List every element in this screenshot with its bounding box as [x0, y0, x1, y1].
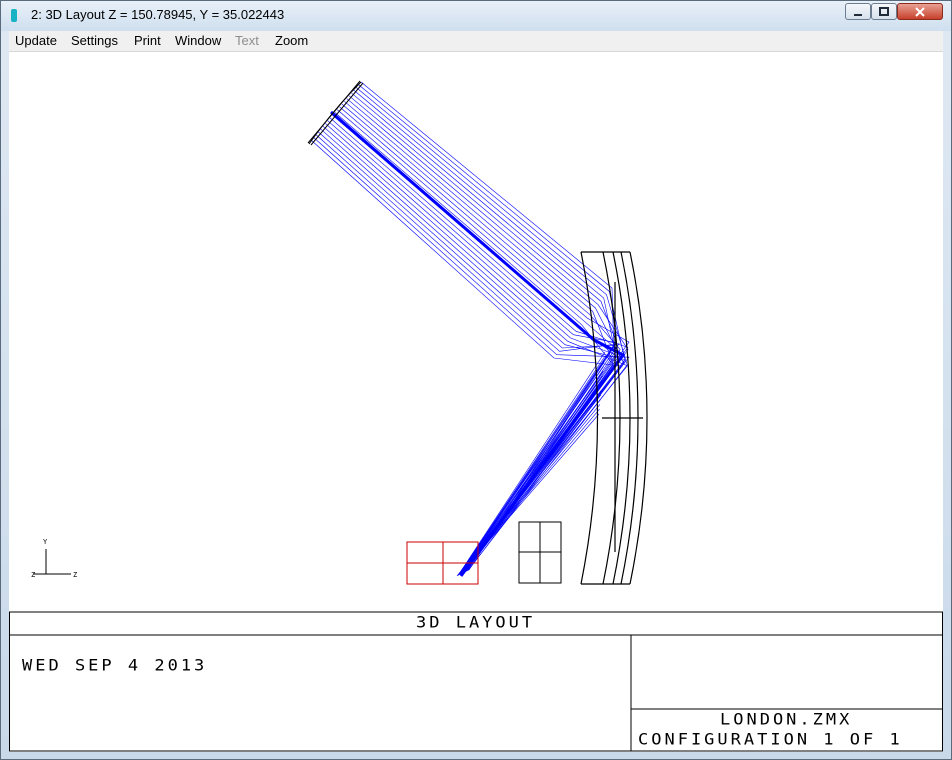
title-bar[interactable]: 2: 3D Layout Z = 150.78945, Y = 35.02244… [1, 1, 951, 31]
maximize-icon [879, 7, 889, 16]
detector-block [518, 521, 562, 584]
app-icon [11, 9, 17, 22]
ray-path [325, 123, 616, 575]
close-icon [915, 7, 925, 17]
ray-path [458, 351, 606, 575]
ray-path [459, 361, 605, 573]
ray-path [356, 87, 628, 571]
menu-window[interactable]: Window [175, 33, 221, 48]
ray-path [346, 98, 625, 572]
application-window: 2: 3D Layout Z = 150.78945, Y = 35.02244… [0, 0, 952, 760]
maximize-button[interactable] [871, 3, 897, 20]
file-name: LONDON.ZMX [720, 710, 853, 730]
menu-zoom[interactable]: Zoom [275, 33, 308, 48]
close-button[interactable] [897, 3, 943, 20]
ray-path [461, 370, 604, 572]
layout-canvas[interactable]: Y Z Z 3D LAYOUT WED SEP 4 2013 LONDON.ZM… [9, 52, 943, 752]
plot-date: WED SEP 4 2013 [22, 656, 208, 676]
ray-path [310, 139, 622, 577]
minimize-icon [854, 14, 862, 16]
menu-print[interactable]: Print [134, 33, 161, 48]
menu-settings[interactable]: Settings [71, 33, 118, 48]
ray-path [329, 117, 629, 574]
minimize-button[interactable] [845, 3, 871, 20]
ray-path [322, 125, 628, 575]
ray-path [315, 134, 620, 576]
ray-path [339, 106, 630, 573]
ray-path [336, 109, 621, 574]
menu-bar: Update Settings Print Window Text Zoom [9, 31, 943, 52]
axis-label-z-right: Z [73, 571, 77, 579]
ray-path [317, 131, 615, 576]
ray-path [460, 366, 604, 573]
mirror-assembly [580, 251, 648, 585]
image-plane-grid [406, 541, 479, 585]
ray-path [462, 380, 603, 571]
axis-label-y: Y [43, 538, 48, 546]
axis-glyph [33, 549, 71, 575]
ray-path [332, 114, 625, 574]
axis-label-z-left: Z [31, 571, 35, 579]
ray-path [461, 375, 603, 572]
ray-path [344, 101, 614, 573]
ray-fan [310, 81, 630, 577]
ray-path [320, 128, 626, 576]
configuration-label: CONFIGURATION 1 OF 1 [638, 730, 903, 750]
menu-update[interactable]: Update [15, 33, 57, 48]
optical-layout-plot: Y Z Z [9, 80, 943, 752]
plot-title: 3D LAYOUT [416, 613, 536, 633]
ray-path [459, 356, 605, 574]
window-title: 2: 3D Layout Z = 150.78945, Y = 35.02244… [31, 7, 285, 22]
menu-text: Text [235, 33, 259, 48]
